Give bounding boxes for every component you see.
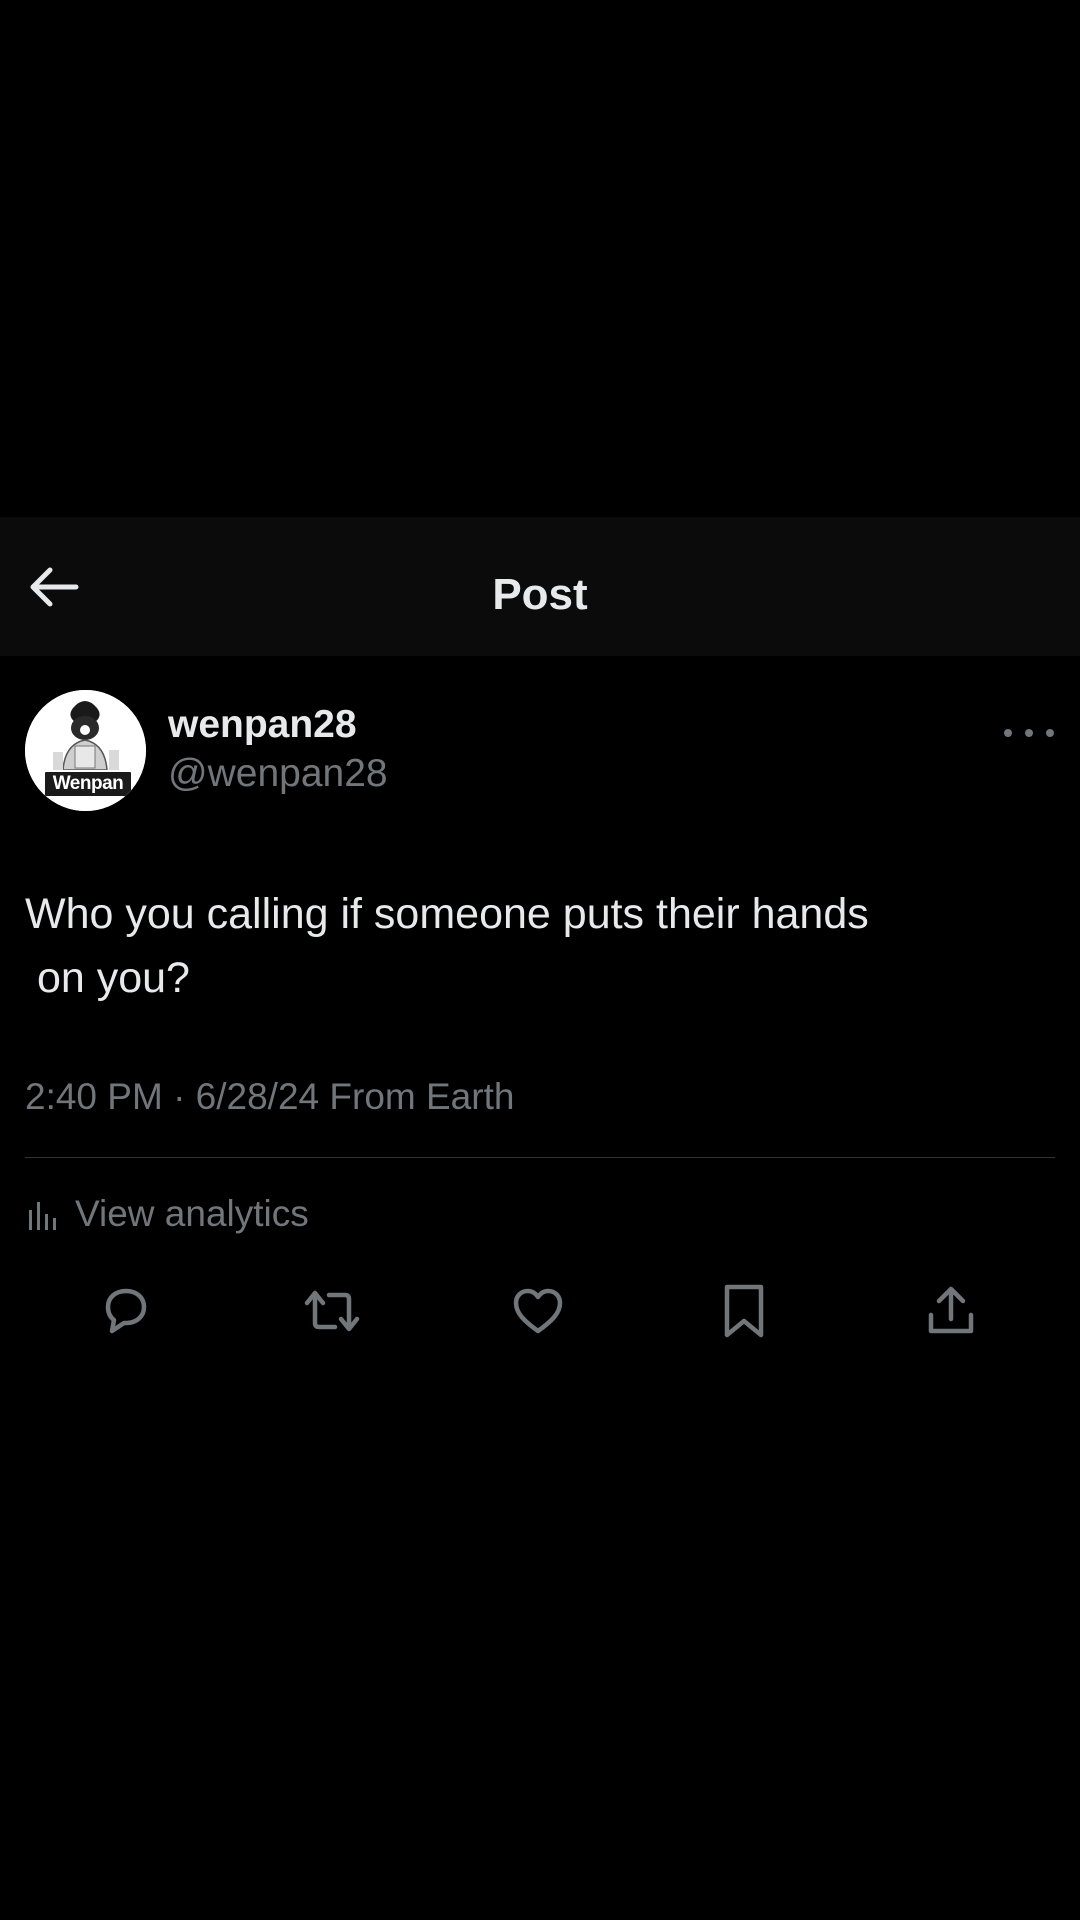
more-dot [1046, 729, 1054, 737]
bookmark-icon [724, 1284, 764, 1338]
page-title: Post [492, 570, 588, 619]
avatar[interactable]: Wenpan [25, 690, 146, 811]
more-options-button[interactable] [1004, 718, 1054, 748]
author-handle[interactable]: @wenpan28 [168, 752, 388, 796]
analytics-icon [29, 1202, 56, 1230]
author-display-name[interactable]: wenpan28 [168, 703, 357, 747]
more-dot [1004, 729, 1012, 737]
repost-icon [304, 1290, 360, 1332]
like-button[interactable] [503, 1276, 573, 1346]
post-text: Who you calling if someone puts their ha… [25, 890, 869, 1002]
action-bar [0, 1276, 1080, 1346]
heart-icon [513, 1288, 563, 1334]
repost-button[interactable] [297, 1276, 367, 1346]
view-analytics-link[interactable]: View analytics [25, 1186, 309, 1242]
top-bar: Post [0, 517, 1080, 656]
share-icon [928, 1286, 974, 1334]
divider [25, 1157, 1055, 1158]
post-timestamp[interactable]: 2:40 PM · 6/28/24 From Earth [25, 1076, 514, 1118]
share-button[interactable] [916, 1276, 986, 1346]
reply-button[interactable] [91, 1276, 161, 1346]
bookmark-button[interactable] [709, 1276, 779, 1346]
avatar-wordmark: Wenpan [43, 770, 133, 798]
reply-icon [105, 1288, 147, 1334]
view-analytics-label: View analytics [75, 1193, 309, 1234]
more-dot [1025, 729, 1033, 737]
